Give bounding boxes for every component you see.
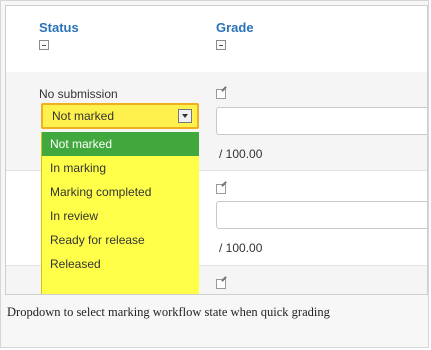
option-ready-for-release[interactable]: Ready for release <box>42 228 199 252</box>
option-in-review[interactable]: In review <box>42 204 199 228</box>
figure-frame: Status Grade No submission / 100.00 / 10… <box>0 0 429 348</box>
option-in-marking[interactable]: In marking <box>42 156 199 180</box>
chevron-down-icon[interactable] <box>178 109 192 123</box>
grade-input[interactable] <box>216 201 427 229</box>
edit-icon[interactable] <box>216 184 226 194</box>
grade-max: / 100.00 <box>219 241 263 255</box>
edit-icon[interactable] <box>216 279 226 289</box>
option-released[interactable]: Released <box>42 252 199 276</box>
option-marking-completed[interactable]: Marking completed <box>42 180 199 204</box>
select-value: Not marked <box>52 109 115 123</box>
table-header: Status Grade <box>6 6 427 73</box>
grade-input[interactable] <box>216 107 427 135</box>
grading-table-screenshot: Status Grade No submission / 100.00 / 10… <box>5 5 428 295</box>
figure-caption: Dropdown to select marking workflow stat… <box>7 305 330 319</box>
grade-column-header[interactable]: Grade <box>216 20 254 35</box>
collapse-icon[interactable] <box>216 40 226 50</box>
submission-status: No submission <box>39 87 118 101</box>
workflow-dropdown-list: Not marked In marking Marking completed … <box>41 132 199 294</box>
status-column-header[interactable]: Status <box>39 20 79 35</box>
grade-max: / 100.00 <box>219 147 263 161</box>
collapse-icon[interactable] <box>39 40 49 50</box>
option-not-marked[interactable]: Not marked <box>42 132 199 156</box>
edit-icon[interactable] <box>216 89 226 99</box>
marking-workflow-select[interactable]: Not marked <box>41 103 199 129</box>
